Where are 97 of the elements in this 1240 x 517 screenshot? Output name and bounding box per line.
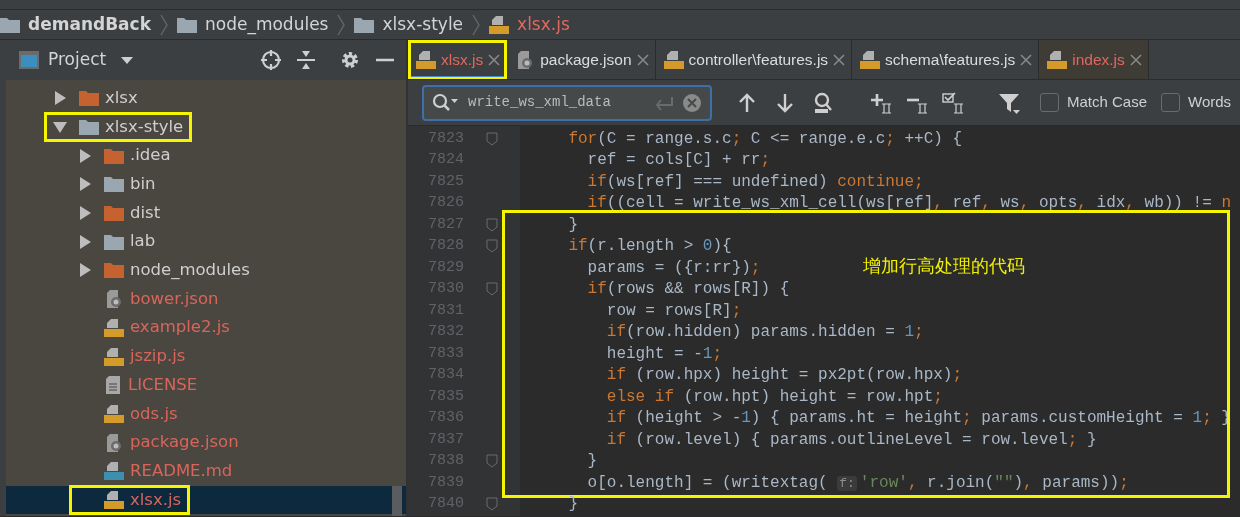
editor-tab[interactable]: xlsx.js xyxy=(408,40,508,79)
fold-marker-icon[interactable] xyxy=(486,454,498,469)
item-label: README.md xyxy=(130,459,233,482)
add-occurrence-icon[interactable] xyxy=(870,91,892,114)
code-line: if((cell = write_ws_xml_cell(ws[ref], ref, ws, opts, idx, wb)) != n xyxy=(586,193,1231,215)
tree-item[interactable]: dist xyxy=(6,198,406,228)
breadcrumb-item[interactable]: node_modules xyxy=(204,11,329,38)
item-label: bower.json xyxy=(130,287,219,310)
tree-item[interactable]: xlsx xyxy=(6,84,406,113)
fold-marker-icon[interactable] xyxy=(486,282,498,297)
js-file-icon xyxy=(489,14,510,35)
collapsed-arrow-icon[interactable] xyxy=(78,206,92,221)
editor-tab[interactable]: index.js xyxy=(1039,40,1149,79)
code-line: } xyxy=(586,451,598,473)
item-label: bin xyxy=(130,173,156,196)
fold-marker-icon[interactable] xyxy=(486,131,498,146)
filter-icon[interactable] xyxy=(998,91,1020,114)
code-line: ref = cols[C] + rr; xyxy=(586,150,771,172)
code-line: if(ws[ref] === undefined) continue; xyxy=(586,171,924,193)
close-icon xyxy=(1129,54,1142,66)
collapsed-arrow-icon[interactable] xyxy=(78,148,92,163)
folder-icon xyxy=(0,16,20,33)
code-line: if(row.hidden) params.hidden = 1; xyxy=(605,322,924,344)
annotation-text: 增加行高处理的代码 xyxy=(863,254,1025,278)
dropdown-caret-icon xyxy=(120,55,135,65)
item-label: xlsx.js xyxy=(130,488,182,511)
code-line: if (row.level) { params.outlineLevel = row.level; } xyxy=(605,429,1097,451)
tree-item[interactable]: bin xyxy=(6,170,406,199)
collapsed-arrow-icon[interactable] xyxy=(78,177,92,192)
item-label: LICENSE xyxy=(128,373,198,396)
panel-title[interactable]: Project xyxy=(48,47,107,73)
item-label: xlsx xyxy=(105,86,138,109)
tree-item[interactable]: lab xyxy=(6,227,406,257)
item-label: lab xyxy=(130,230,156,253)
code-line: if(rows && rows[R]) { xyxy=(586,279,790,301)
code-line: } xyxy=(567,494,578,516)
breadcrumb-item[interactable]: xlsx.js xyxy=(517,11,570,38)
js-file-icon xyxy=(663,50,684,70)
enter-icon xyxy=(654,94,674,111)
item-label: xlsx-style xyxy=(105,115,184,138)
fold-marker-icon[interactable] xyxy=(486,497,498,512)
find-all-icon[interactable] xyxy=(812,91,834,114)
close-icon xyxy=(488,54,501,66)
down-arrow-icon[interactable] xyxy=(774,91,796,114)
fold-marker-icon[interactable] xyxy=(486,217,498,232)
fold-marker-icon[interactable] xyxy=(486,239,498,254)
locate-icon[interactable] xyxy=(260,49,282,71)
js-file-icon xyxy=(416,50,436,70)
code-line: params = ({r:rr}); xyxy=(586,257,761,279)
js-file-icon xyxy=(860,50,881,70)
chevron-icon xyxy=(471,13,482,36)
breadcrumb-item[interactable]: xlsx-style xyxy=(382,11,464,38)
checkbox[interactable] xyxy=(1161,93,1181,112)
chevron-icon xyxy=(158,13,169,36)
window-icon xyxy=(18,50,40,70)
checkbox-label: Words xyxy=(1188,92,1232,113)
breadcrumb-item[interactable]: demandBack xyxy=(28,11,151,38)
select-all-occurrences-icon[interactable] xyxy=(942,91,964,114)
code-line: } xyxy=(567,214,578,236)
search-input[interactable]: write_ws_xml_data xyxy=(466,91,646,114)
item-label: node_modules xyxy=(130,259,250,282)
item-label: jszip.js xyxy=(130,345,186,368)
tree-item[interactable]: node_modules xyxy=(6,256,406,285)
code-line: row = rows[R]; xyxy=(605,300,742,322)
js-file-icon xyxy=(1047,50,1068,70)
folder-icon xyxy=(354,16,375,33)
tree-item[interactable]: .idea xyxy=(6,141,406,171)
checkbox[interactable] xyxy=(1040,93,1059,112)
close-icon xyxy=(833,54,846,66)
close-icon xyxy=(636,54,649,66)
expanded-arrow-icon[interactable] xyxy=(53,120,67,135)
collapsed-arrow-icon[interactable] xyxy=(53,91,67,106)
collapsed-arrow-icon[interactable] xyxy=(78,263,92,278)
code-line: height = -1; xyxy=(605,343,723,365)
code-line: if(r.length > 0){ xyxy=(567,236,732,258)
item-label: example2.js xyxy=(130,316,230,339)
tree-item[interactable]: xlsx-style xyxy=(6,112,406,142)
code-line: else if (row.hpt) height = row.hpt; xyxy=(605,386,943,408)
checkbox-label: Match Case xyxy=(1067,92,1148,113)
close-icon xyxy=(1020,54,1033,66)
scrollbar[interactable] xyxy=(392,486,402,516)
code-line: for(C = range.s.c; C <= range.e.c; ++C) { xyxy=(567,128,963,150)
code-line: o[o.length] = (writextag( f: 'row', r.join(""), params)); xyxy=(586,472,1129,494)
item-label: package.json xyxy=(130,431,239,454)
chevron-icon xyxy=(336,13,347,36)
collapsed-arrow-icon[interactable] xyxy=(78,234,92,249)
search-field[interactable]: write_ws_xml_data xyxy=(422,84,712,121)
clear-icon xyxy=(682,92,702,113)
search-icon xyxy=(432,92,458,113)
folder-icon xyxy=(176,16,197,33)
settings-icon[interactable] xyxy=(339,49,361,71)
code-line: if (row.hpx) height = px2pt(row.hpx); xyxy=(605,365,963,387)
item-label: dist xyxy=(130,201,161,224)
item-label: .idea xyxy=(130,144,171,167)
tree-item[interactable]: xlsx.js xyxy=(6,485,406,515)
item-label: ods.js xyxy=(130,402,178,425)
collapse-all-icon[interactable] xyxy=(295,49,317,71)
